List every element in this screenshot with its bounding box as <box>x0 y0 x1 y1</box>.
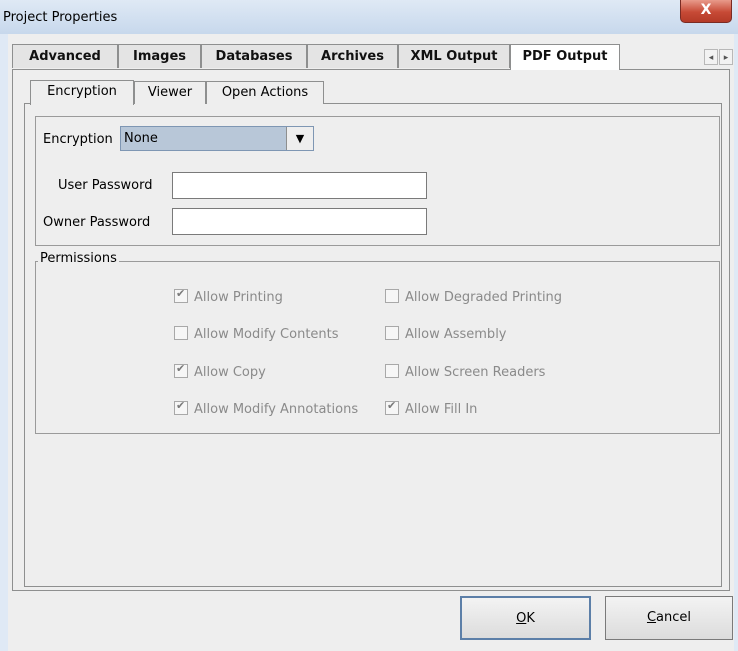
tab-xml-output[interactable]: XML Output <box>398 44 510 68</box>
permissions-group <box>35 261 720 434</box>
checkbox-checked-icon <box>174 399 188 415</box>
cancel-label-rest: ancel <box>656 610 692 625</box>
subtab-open-actions[interactable]: Open Actions <box>206 81 324 104</box>
tab-pdf-output[interactable]: PDF Output <box>510 44 620 70</box>
chevron-left-icon: ◂ <box>708 53 714 63</box>
allow-copy-checkbox[interactable]: Allow Copy <box>174 362 266 380</box>
checkbox-unchecked-icon <box>174 326 188 340</box>
window-right-border <box>734 34 738 651</box>
chevron-down-icon[interactable]: ▼ <box>286 127 313 150</box>
checkbox-checked-icon <box>174 362 188 378</box>
cancel-mnemonic: C <box>646 610 657 625</box>
ok-label-rest: K <box>526 611 535 626</box>
tab-archives[interactable]: Archives <box>307 44 398 68</box>
user-password-label: User Password <box>58 178 153 193</box>
close-icon: X <box>700 2 712 18</box>
allow-assembly-checkbox[interactable]: Allow Assembly <box>385 326 507 342</box>
checkbox-unchecked-icon <box>385 364 399 378</box>
owner-password-field[interactable] <box>172 208 427 235</box>
allow-printing-checkbox[interactable]: Allow Printing <box>174 287 283 305</box>
subtab-encryption[interactable]: Encryption <box>30 80 134 105</box>
user-password-field[interactable] <box>172 172 427 199</box>
cancel-button[interactable]: Cancel <box>605 596 733 640</box>
checkbox-label: Allow Assembly <box>405 327 507 342</box>
tab-label: Archives <box>321 49 384 64</box>
window-left-border <box>0 34 8 651</box>
tab-label: XML Output <box>410 49 498 64</box>
project-properties-dialog: Project Properties X Advanced Images Dat… <box>0 0 738 651</box>
owner-password-label: Owner Password <box>43 215 151 230</box>
checkbox-checked-icon <box>385 399 399 415</box>
ok-button[interactable]: OK <box>460 596 591 640</box>
checkbox-label: Allow Modify Contents <box>194 327 339 342</box>
checkbox-label: Allow Degraded Printing <box>405 290 563 305</box>
tab-advanced[interactable]: Advanced <box>12 44 118 68</box>
tab-label: Databases <box>215 49 293 64</box>
chevron-right-icon: ▸ <box>723 53 729 63</box>
scroll-left-button[interactable]: ◂ <box>704 49 718 65</box>
checkbox-unchecked-icon <box>385 289 399 303</box>
tab-images[interactable]: Images <box>118 44 201 68</box>
allow-degraded-printing-checkbox[interactable]: Allow Degraded Printing <box>385 289 562 305</box>
checkbox-unchecked-icon <box>385 326 399 340</box>
subtab-label: Viewer <box>147 85 193 100</box>
tab-scroll-buttons: ◂ ▸ <box>704 49 734 67</box>
checkbox-checked-icon <box>174 287 188 303</box>
tab-label: Images <box>132 49 186 64</box>
window-title: Project Properties <box>3 10 118 25</box>
tab-label: Advanced <box>29 49 101 64</box>
encryption-select[interactable]: None ▼ <box>120 126 314 151</box>
ok-mnemonic: O <box>516 611 527 626</box>
checkbox-label: Allow Copy <box>194 365 266 380</box>
encryption-label: Encryption <box>43 132 113 147</box>
allow-modify-contents-checkbox[interactable]: Allow Modify Contents <box>174 326 339 342</box>
allow-screen-readers-checkbox[interactable]: Allow Screen Readers <box>385 364 545 380</box>
encryption-selected-value: None <box>124 131 158 146</box>
close-button[interactable]: X <box>680 0 732 23</box>
subtab-label: Open Actions <box>221 85 309 100</box>
tab-databases[interactable]: Databases <box>201 44 307 68</box>
checkbox-label: Allow Modify Annotations <box>194 402 359 417</box>
allow-modify-annotations-checkbox[interactable]: Allow Modify Annotations <box>174 399 359 417</box>
checkbox-label: Allow Screen Readers <box>405 365 546 380</box>
subtab-label: Encryption <box>47 84 117 99</box>
scroll-right-button[interactable]: ▸ <box>719 49 733 65</box>
subtab-viewer[interactable]: Viewer <box>134 81 206 104</box>
tab-label: PDF Output <box>522 49 608 64</box>
title-bar[interactable]: Project Properties X <box>0 0 738 35</box>
allow-fill-in-checkbox[interactable]: Allow Fill In <box>385 399 478 417</box>
checkbox-label: Allow Printing <box>194 290 283 305</box>
permissions-legend: Permissions <box>38 251 119 266</box>
checkbox-label: Allow Fill In <box>405 402 478 417</box>
